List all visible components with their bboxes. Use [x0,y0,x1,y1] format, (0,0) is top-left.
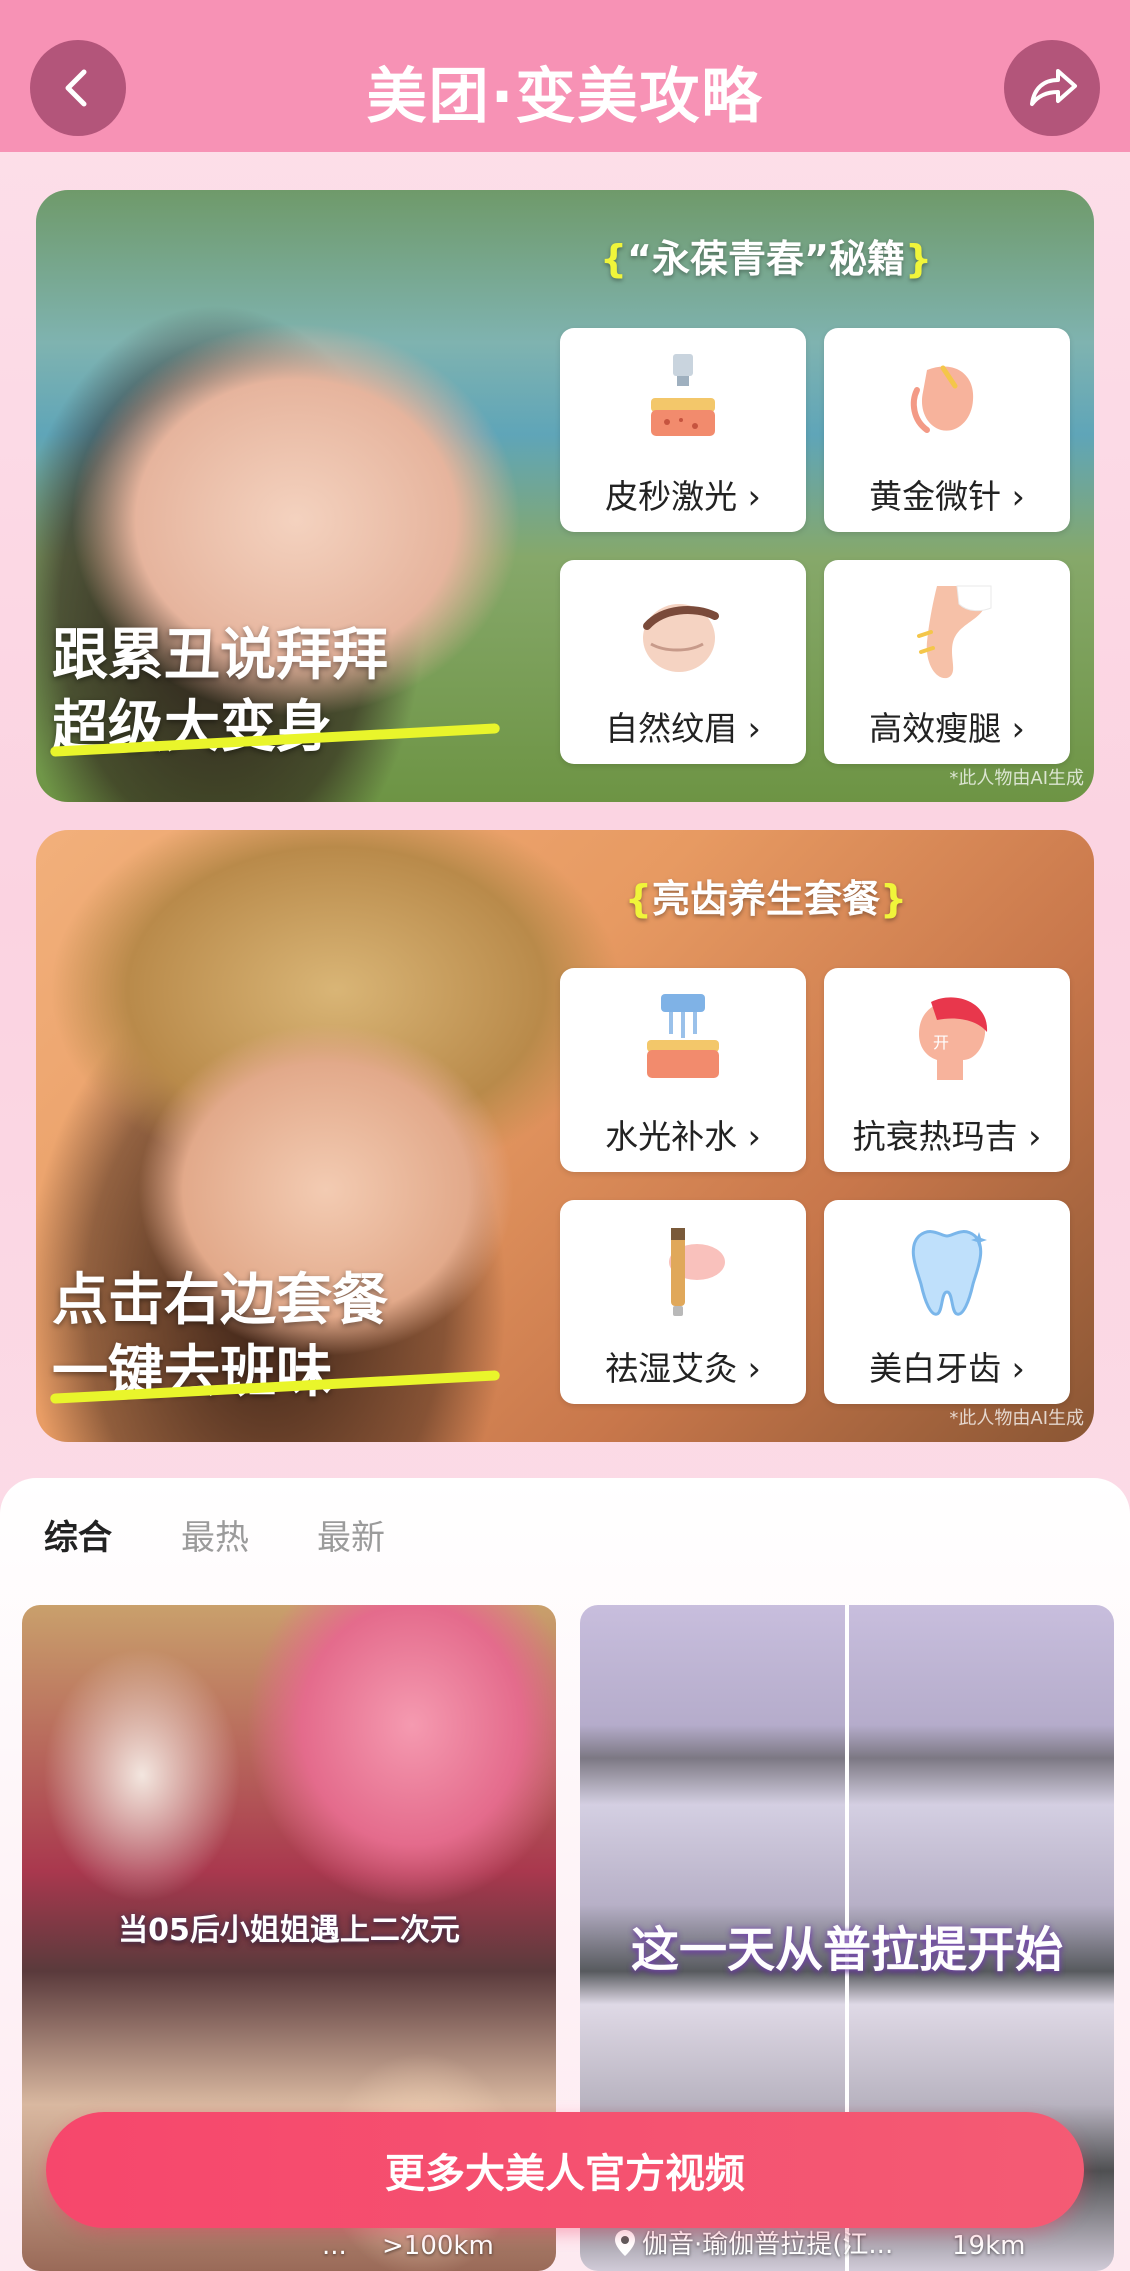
video-distance: 19km [952,2231,1026,2261]
service-label: 祛湿艾灸 › [605,1349,761,1388]
service-tile-thermage[interactable]: 开 抗衰热玛吉 › [824,968,1070,1172]
more-videos-button[interactable]: 更多大美人官方视频 [46,2112,1084,2228]
service-tile-natural-eyebrow[interactable]: 自然纹眉 › [560,560,806,764]
service-label: 水光补水 › [605,1117,761,1156]
share-button[interactable] [1004,40,1100,136]
service-label: 皮秒激光 › [605,477,761,516]
video-location: ... [322,2231,347,2261]
tab-newest[interactable]: 最新 [317,1510,385,1559]
service-label: 美白牙齿 › [869,1349,1025,1388]
video-location: 伽音·瑜伽普拉提(江... [614,2224,893,2261]
service-tile-teeth-whitening[interactable]: 美白牙齿 › [824,1200,1070,1404]
tab-hottest[interactable]: 最热 [181,1510,249,1559]
kit-title: {“永葆青春”秘籍} [599,237,933,281]
tab-comprehensive[interactable]: 综合 [44,1510,112,1559]
service-tile-hydration[interactable]: 水光补水 › [560,968,806,1172]
laser-device-icon [651,354,715,436]
beauty-banner-youth[interactable]: {“永葆青春”秘籍} 皮秒激光 › 黄金微针 › 自然纹眉 › 高效瘦腿 › 跟… [36,190,1094,802]
service-grid: 水光补水 › 开 抗衰热玛吉 › 祛湿艾灸 › 美白牙齿 › [560,968,1070,1418]
top-nav-bar: 美团·变美攻略 [0,0,1130,152]
beauty-banner-wellness[interactable]: {亮齿养生套餐} 水光补水 › 开 抗衰热玛吉 › 祛湿艾灸 › 美白牙齿 › … [36,830,1094,1442]
location-pin-icon [615,2229,635,2256]
video-overlay-title: 当05后小姐姐遇上二次元 [118,1913,460,1948]
thermage-face-icon: 开 [919,997,988,1080]
video-distance: >100km [382,2231,494,2261]
tooth-whitening-icon [911,1230,987,1316]
service-label: 高效瘦腿 › [869,709,1025,748]
service-tile-leg-slimming[interactable]: 高效瘦腿 › [824,560,1070,764]
ai-generated-note: *此人物由AI生成 [949,1408,1084,1429]
svg-text:开: 开 [933,1033,949,1052]
service-label: 自然纹眉 › [605,709,761,748]
ai-generated-note: *此人物由AI生成 [949,768,1084,789]
service-tile-moxibustion[interactable]: 祛湿艾灸 › [560,1200,806,1404]
hydration-device-icon [647,994,719,1078]
service-tile-gold-microneedle[interactable]: 黄金微针 › [824,328,1070,532]
face-microneedle-icon [910,365,974,433]
service-label: 黄金微针 › [869,477,1025,516]
service-tile-picosecond-laser[interactable]: 皮秒激光 › [560,328,806,532]
kit-title: {亮齿养生套餐} [624,877,908,921]
service-grid: 皮秒激光 › 黄金微针 › 自然纹眉 › 高效瘦腿 › [560,328,1070,778]
page-title: 美团·变美攻略 [366,62,764,132]
eyebrow-icon [643,604,719,672]
leg-slimming-icon [917,585,992,679]
service-label: 抗衰热玛吉 › [852,1117,1042,1156]
video-overlay-title: 这一天从普拉提开始 [630,1922,1063,1978]
share-arrow-icon [1030,69,1077,106]
moxibustion-stick-icon [669,1228,725,1316]
